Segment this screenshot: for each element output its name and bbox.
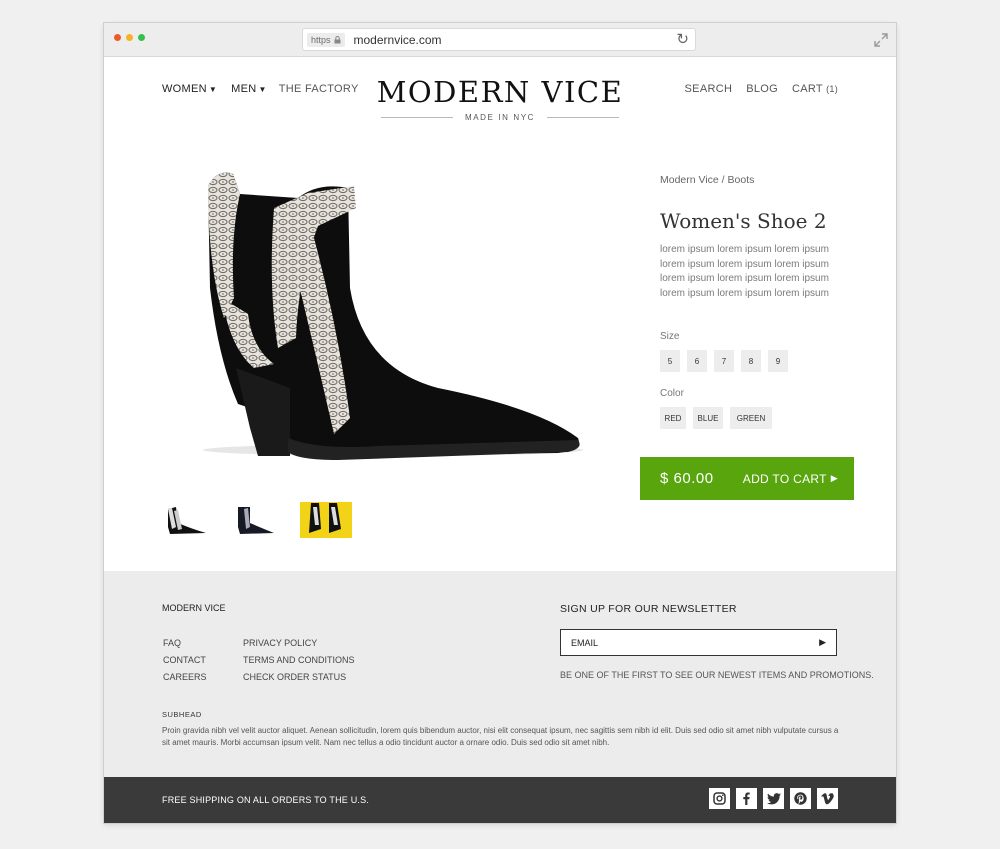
vimeo-icon[interactable]	[817, 788, 838, 809]
maximize-window-button[interactable]	[138, 34, 145, 41]
footer-link-contact[interactable]: CONTACT	[163, 652, 207, 669]
product-price: $ 60.00	[660, 470, 714, 487]
url-text: modernvice.com	[353, 32, 442, 47]
newsletter-email-input[interactable]: EMAIL ▶	[560, 629, 837, 656]
breadcrumb[interactable]: Modern Vice / Boots	[660, 174, 860, 186]
submit-arrow-icon[interactable]: ▶	[819, 637, 826, 648]
product-thumbnail[interactable]	[160, 502, 212, 538]
color-option-red[interactable]: RED	[660, 407, 686, 430]
shipping-notice: FREE SHIPPING ON ALL ORDERS TO THE U.S.	[162, 795, 370, 805]
nav-cart[interactable]: CART (1)	[792, 83, 838, 95]
browser-window: https modernvice.com ↻ WOMEN ▼ MEN ▼ THE F…	[104, 23, 896, 823]
fullscreen-icon[interactable]	[874, 33, 888, 47]
color-label: Color	[660, 388, 684, 400]
footer-links-primary: FAQ CONTACT CAREERS	[163, 635, 207, 686]
bottom-bar: FREE SHIPPING ON ALL ORDERS TO THE U.S.	[104, 777, 896, 823]
footer-link-faq[interactable]: FAQ	[163, 635, 207, 652]
size-option-8[interactable]: 8	[741, 350, 761, 373]
color-options: RED BLUE GREEN	[660, 407, 860, 430]
newsletter-note: BE ONE OF THE FIRST TO SEE OUR NEWEST IT…	[560, 670, 874, 680]
size-options: 56789	[660, 350, 860, 373]
boot-thumbnail-image	[238, 507, 274, 534]
footer-brand: MODERN VICE	[162, 603, 226, 613]
product-thumbnail[interactable]	[300, 502, 352, 538]
facebook-icon[interactable]	[736, 788, 757, 809]
close-window-button[interactable]	[114, 34, 121, 41]
address-bar[interactable]: https modernvice.com ↻	[302, 28, 696, 51]
footer: MODERN VICE FAQ CONTACT CAREERS PRIVACY PO…	[104, 571, 896, 777]
footer-links-secondary: PRIVACY POLICY TERMS AND CONDITIONS CHECK …	[243, 635, 355, 686]
divider	[380, 117, 453, 118]
browser-toolbar: https modernvice.com ↻	[104, 23, 896, 57]
product-thumbnail[interactable]	[228, 502, 280, 538]
lock-icon	[334, 35, 341, 43]
brand-tagline-row: MADE IN NYC	[104, 113, 896, 122]
product-description: lorem ipsum lorem ipsum lorem ipsum lore…	[660, 244, 829, 299]
https-badge: https	[307, 32, 345, 47]
product-main-image[interactable]	[178, 138, 588, 468]
footer-link-privacy-policy[interactable]: PRIVACY POLICY	[243, 635, 355, 652]
brand-tagline: MADE IN NYC	[464, 113, 536, 122]
boot-thumbnail-image	[168, 507, 206, 534]
size-option-5[interactable]: 5	[660, 350, 680, 373]
add-to-cart-label: ADD TO CART	[742, 471, 827, 486]
newsletter-title: SIGN UP FOR OUR NEWSLETTER	[560, 603, 737, 615]
size-option-7[interactable]: 7	[714, 350, 734, 373]
footer-link-check-order-status[interactable]: CHECK ORDER STATUS	[243, 669, 355, 686]
reload-icon[interactable]: ↻	[676, 32, 689, 47]
footer-link-careers[interactable]: CAREERS	[163, 669, 207, 686]
social-links	[709, 788, 838, 809]
add-to-cart-button[interactable]: $ 60.00 ADD TO CART ▶	[640, 457, 854, 500]
size-option-9[interactable]: 9	[768, 350, 788, 373]
size-label: Size	[660, 331, 680, 343]
size-option-6[interactable]: 6	[687, 350, 707, 373]
https-label: https	[311, 34, 331, 45]
minimize-window-button[interactable]	[126, 34, 133, 41]
color-option-green[interactable]: GREEN	[730, 407, 772, 430]
instagram-icon[interactable]	[709, 788, 730, 809]
footer-link-terms-and-conditions[interactable]: TERMS AND CONDITIONS	[243, 652, 355, 669]
nav-search[interactable]: SEARCH	[685, 83, 733, 95]
cart-count: (1)	[826, 84, 838, 94]
nav-blog[interactable]: BLOG	[746, 83, 778, 95]
cart-label: CART	[791, 83, 823, 95]
footer-body-text: Proin gravida nibh vel velit auctor aliq…	[162, 726, 839, 747]
footer-subhead: SUBHEAD	[162, 710, 202, 719]
twitter-icon[interactable]	[763, 788, 784, 809]
product-title: Women's Shoe 2	[660, 209, 827, 233]
utility-nav: SEARCH BLOG CART (1)	[685, 83, 838, 95]
divider	[547, 117, 620, 118]
color-option-blue[interactable]: BLUE	[693, 407, 723, 430]
product-info: Modern Vice / Boots Women's Shoe 2 lorem…	[660, 174, 860, 430]
boot-on-yellow-thumbnail-image	[309, 503, 341, 533]
email-placeholder: EMAIL	[571, 637, 599, 648]
pinterest-icon[interactable]	[790, 788, 811, 809]
caret-right-icon: ▶	[830, 473, 838, 483]
add-to-cart-label-row: ADD TO CART ▶	[743, 472, 838, 486]
